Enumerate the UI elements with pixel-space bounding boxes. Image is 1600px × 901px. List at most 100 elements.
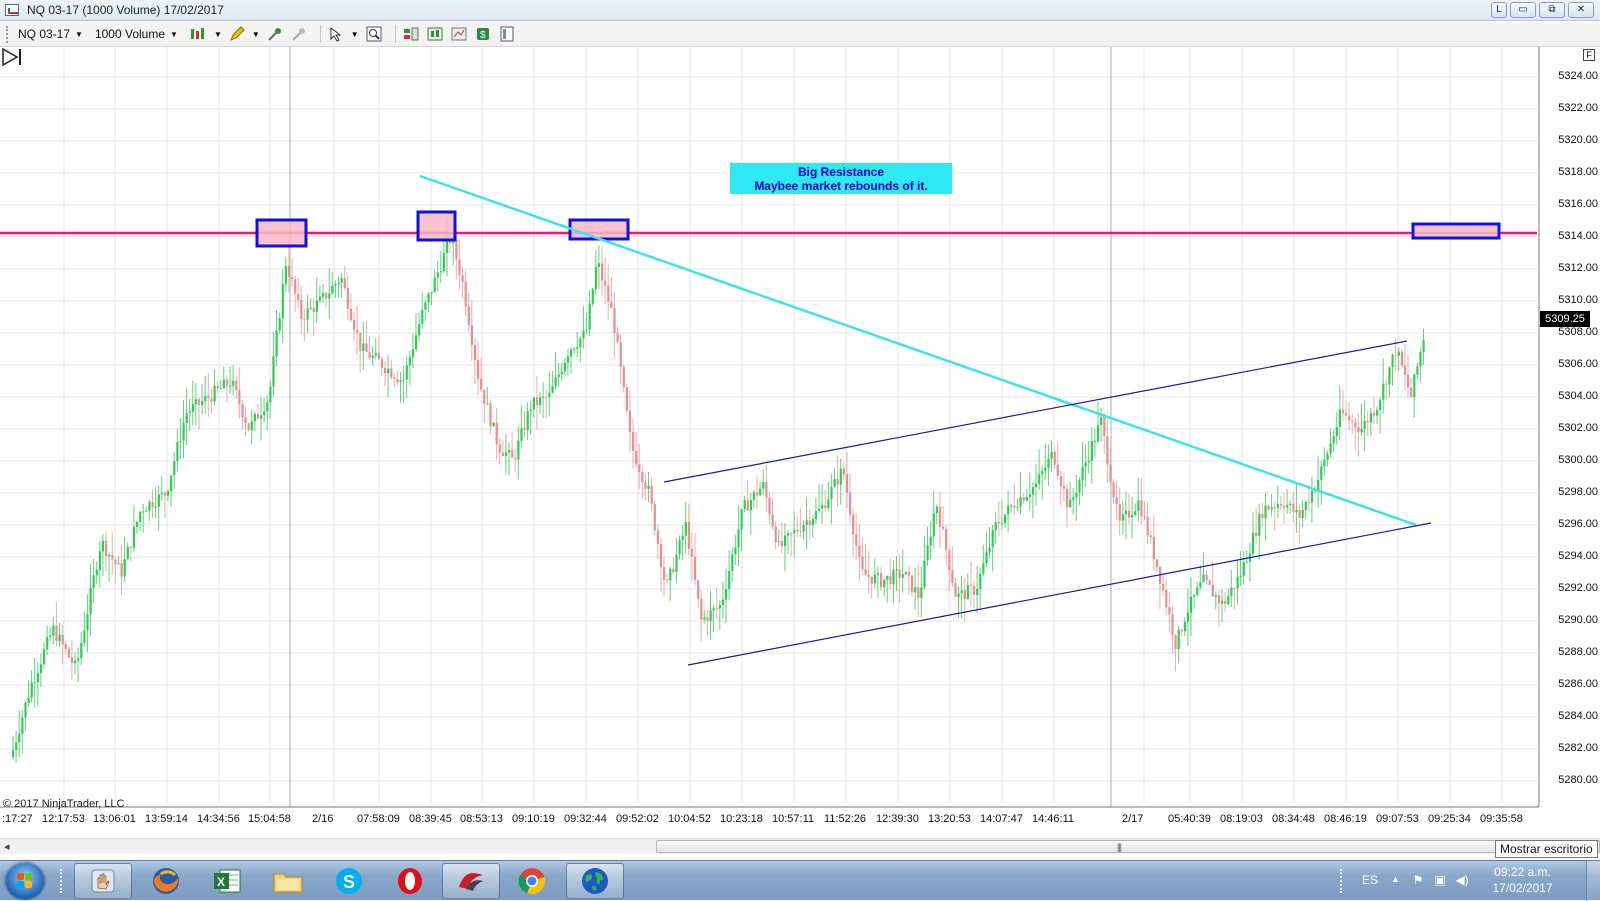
price-axis-label: 5322.00	[1558, 102, 1598, 114]
candle-body	[765, 481, 768, 498]
show-desktop-button[interactable]	[1586, 861, 1600, 901]
candle-body	[1078, 479, 1081, 493]
instrument-selector[interactable]: NQ 03-17 ▼	[18, 27, 83, 41]
chevron-down-icon[interactable]: ▼	[252, 30, 260, 39]
restore-button[interactable]: ⧉	[1539, 2, 1565, 18]
dollar-icon[interactable]: $	[474, 26, 492, 43]
panel-button[interactable]: F	[1583, 49, 1595, 61]
interval-selector[interactable]: 1000 Volume ▼	[95, 27, 178, 41]
taskbar-ninjatrader[interactable]	[442, 863, 500, 899]
candle-body	[1028, 494, 1031, 497]
scroll-to-end-icon[interactable]	[0, 47, 24, 67]
candle-body	[18, 733, 21, 743]
taskbar-file-explorer[interactable]	[259, 863, 317, 899]
toolbar-grip[interactable]	[6, 25, 10, 43]
candle-body	[824, 505, 827, 509]
start-button[interactable]	[6, 863, 44, 899]
candle-body	[1214, 595, 1217, 597]
candle-body	[997, 522, 1000, 524]
candle-body	[204, 396, 207, 402]
candle-body	[1217, 595, 1221, 604]
candle-body	[923, 560, 926, 588]
scroll-left-icon[interactable]: ◂	[4, 840, 10, 853]
action-center-flag-icon[interactable]: ⚑	[1410, 873, 1426, 888]
taskbar-chrome[interactable]	[503, 863, 561, 899]
language-indicator[interactable]: ES	[1362, 873, 1378, 887]
candle-body	[1155, 559, 1159, 568]
candle-body	[1140, 500, 1143, 517]
price-axis-label: 5316.00	[1558, 198, 1598, 210]
cursor-icon[interactable]	[327, 26, 345, 43]
candle-body	[244, 417, 247, 424]
candle-body	[796, 529, 799, 532]
candle-body	[625, 387, 628, 411]
close-button[interactable]: ✕	[1568, 2, 1594, 18]
descending-trendline	[419, 174, 1417, 527]
candle-body	[1000, 523, 1004, 525]
svg-text:$: $	[480, 30, 486, 41]
candle-body	[892, 569, 895, 585]
taskbar-opera[interactable]	[381, 863, 439, 899]
candle-body	[942, 526, 945, 529]
volume-icon[interactable]: ◀)	[1454, 873, 1470, 888]
candle-body	[681, 535, 684, 540]
taskbar-firefox[interactable]	[137, 863, 195, 899]
candle-body	[148, 501, 151, 511]
taskbar-skype[interactable]: S	[320, 863, 378, 899]
add-indicator-icon[interactable]	[266, 26, 284, 43]
candle-body	[185, 413, 188, 424]
layout-icon[interactable]	[498, 26, 516, 43]
properties-icon[interactable]	[450, 26, 468, 43]
time-axis-label: 2/17	[1122, 813, 1144, 825]
system-clock[interactable]: 09:22 a.m. 17/02/2017	[1485, 864, 1560, 896]
candle-body	[340, 278, 343, 283]
window-title-bar[interactable]: NQ 03-17 (1000 Volume) 17/02/2017 L ▭ ⧉ …	[0, 0, 1600, 21]
candle-body	[170, 475, 173, 492]
bar-type-icon[interactable]	[190, 26, 208, 43]
taskbar-excel[interactable]: X	[198, 863, 256, 899]
resistance-annotation[interactable]: Big Resistance Maybee market rebounds of…	[730, 163, 952, 194]
candle-body	[982, 563, 985, 574]
scrollbar-thumb[interactable]: |||	[656, 840, 1600, 853]
candle-body	[929, 536, 932, 546]
opera-icon	[398, 868, 422, 894]
network-icon[interactable]: ▣	[1432, 873, 1448, 888]
candle-body	[49, 635, 52, 638]
horizontal-scrollbar[interactable]: ◂ |||	[0, 838, 1600, 854]
candle-body	[300, 299, 303, 320]
candle-body	[678, 539, 681, 555]
minimize-button[interactable]: ▭	[1510, 2, 1536, 18]
data-box-icon[interactable]	[426, 26, 444, 43]
candle-body	[1059, 475, 1062, 486]
taskbar-globe[interactable]	[566, 863, 624, 899]
chevron-down-icon[interactable]: ▼	[351, 30, 359, 39]
candle-body	[489, 403, 492, 427]
globe-icon	[582, 868, 608, 894]
candle-body	[1239, 575, 1242, 577]
zoom-icon[interactable]	[365, 26, 383, 43]
show-hidden-icons-icon[interactable]: ▲	[1391, 874, 1400, 884]
candle-body	[1332, 436, 1335, 444]
candle-body	[880, 573, 883, 588]
taskbar-hand-tool[interactable]	[74, 863, 132, 899]
scrollbar-grip-icon: |||	[1117, 842, 1122, 852]
candle-body	[1388, 367, 1391, 385]
chevron-down-icon[interactable]: ▼	[214, 30, 222, 39]
toolbar-separator	[394, 25, 396, 43]
price-chart[interactable]: Big Resistance Maybee market rebounds of…	[0, 47, 1600, 837]
candle-body	[194, 399, 198, 405]
link-button[interactable]: L	[1491, 2, 1507, 18]
time-axis-label: 10:57:11	[772, 813, 815, 825]
candle-body	[650, 485, 653, 504]
chart-trader-icon[interactable]	[402, 26, 420, 43]
candle-body	[1338, 409, 1341, 428]
pencil-draw-icon[interactable]	[228, 26, 246, 43]
candle-body	[1307, 501, 1310, 503]
candle-body	[198, 399, 201, 405]
candle-body	[272, 356, 275, 387]
candle-body	[1382, 383, 1385, 400]
candle-body	[842, 468, 845, 475]
candle-body	[1258, 513, 1261, 536]
candle-body	[756, 492, 759, 496]
strategy-icon[interactable]	[290, 26, 308, 43]
